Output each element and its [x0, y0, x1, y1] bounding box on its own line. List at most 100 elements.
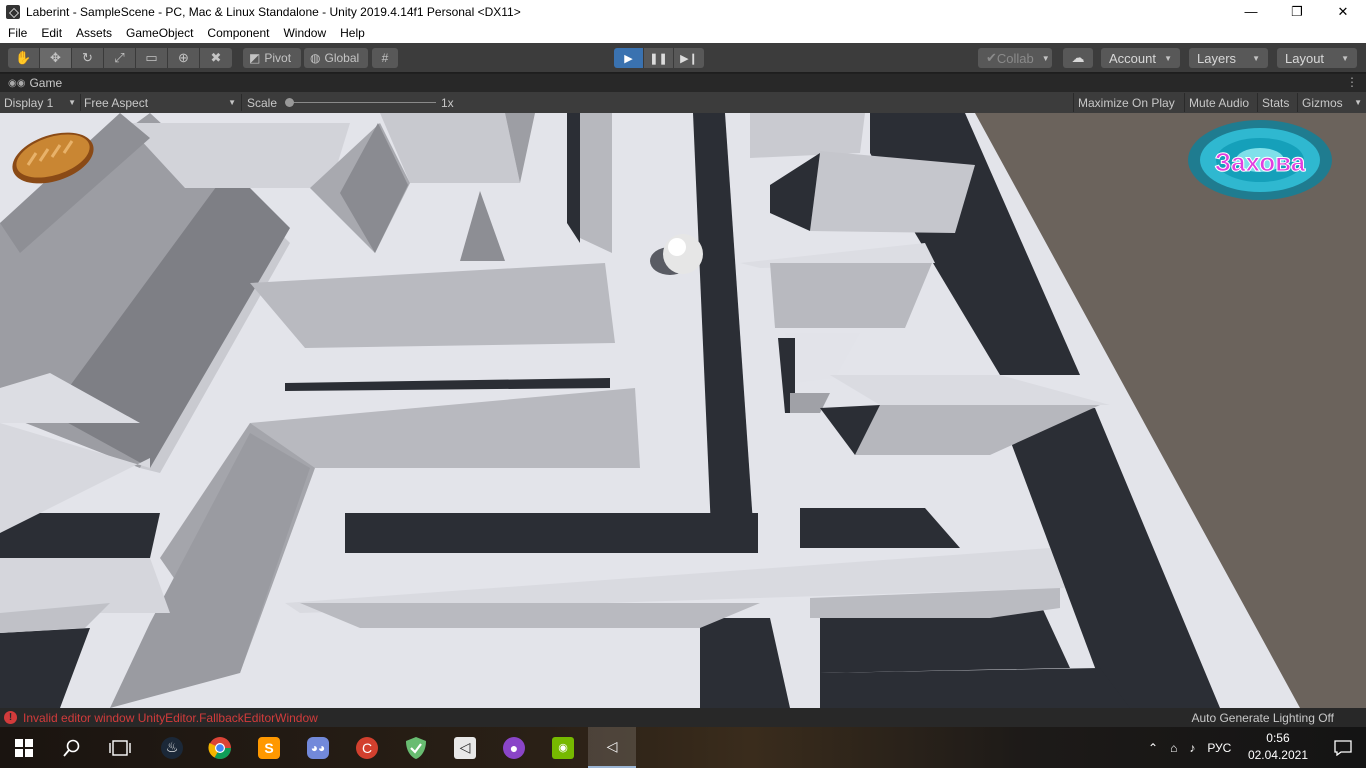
layers-label: Layers: [1197, 50, 1237, 66]
taskbar-app-unity-hub[interactable]: ◁: [441, 727, 489, 768]
window-title: Laberint - SampleScene - PC, Mac & Linux…: [26, 4, 521, 19]
pause-button[interactable]: ❚❚: [644, 48, 674, 68]
menu-edit[interactable]: Edit: [33, 26, 68, 40]
taskbar-app-ccleaner[interactable]: C: [343, 727, 391, 768]
global-toggle[interactable]: ◍ Global: [304, 48, 368, 68]
menu-help[interactable]: Help: [332, 26, 371, 40]
display-dropdown[interactable]: Display 1 ▼: [4, 92, 78, 113]
maze-wall: [750, 113, 865, 158]
grid-snap-button[interactable]: #: [372, 48, 398, 68]
taskbar-app-unity-editor[interactable]: ◁: [588, 727, 636, 768]
maze-wall: [300, 603, 760, 628]
mute-audio-toggle[interactable]: Mute Audio: [1184, 93, 1255, 112]
pivot-icon: ◩: [249, 51, 261, 65]
collab-label: Collab: [996, 50, 1034, 66]
hand-tool-icon[interactable]: ✋: [8, 48, 40, 68]
chevron-down-icon: ▼: [228, 98, 236, 107]
nvidia-icon: ◉: [552, 736, 574, 759]
task-view-icon: [109, 739, 131, 756]
volume-icon[interactable]: ♪: [1189, 741, 1195, 755]
game-logo-text: Захова: [1215, 147, 1306, 177]
menu-assets[interactable]: Assets: [68, 26, 118, 40]
player-ball-highlight: [668, 238, 686, 256]
notification-icon: [1334, 739, 1352, 756]
game-viewport[interactable]: Захова: [0, 113, 1366, 708]
task-view-button[interactable]: [96, 727, 144, 768]
custom-tool-icon[interactable]: ✖: [200, 48, 232, 68]
layers-dropdown[interactable]: Layers ▼: [1189, 48, 1268, 68]
transform-tool-icon[interactable]: ⊕: [168, 48, 200, 68]
chevron-down-icon: ▼: [1354, 98, 1362, 107]
system-clock[interactable]: 0:56 02.04.2021: [1248, 730, 1308, 764]
status-bar[interactable]: ! Invalid editor window UnityEditor.Fall…: [0, 708, 1366, 727]
play-icon: ▶: [624, 52, 633, 65]
notification-center-button[interactable]: [1334, 727, 1352, 768]
language-indicator[interactable]: РУС: [1207, 741, 1231, 755]
scale-tool-icon[interactable]: ⤢: [104, 48, 136, 68]
menu-file[interactable]: File: [0, 26, 33, 40]
more-options-icon[interactable]: ⋮: [1346, 75, 1358, 89]
rect-tool-icon[interactable]: ▭: [136, 48, 168, 68]
scale-slider-thumb[interactable]: [285, 98, 294, 107]
account-dropdown[interactable]: Account ▼: [1101, 48, 1180, 68]
taskbar-app-adguard[interactable]: [392, 727, 440, 768]
maximize-button[interactable]: ❐: [1274, 0, 1320, 23]
rotate-tool-icon[interactable]: ↻: [72, 48, 104, 68]
discord-icon: ◕◕: [307, 736, 329, 759]
pivot-label: Pivot: [264, 51, 292, 65]
start-button[interactable]: [0, 727, 48, 768]
windows-taskbar: ♨ S ◕◕ C ◁ ● ◉ ◁ ⌃ ⌂ ♪ РУС 0:56 02.04.20…: [0, 727, 1366, 768]
search-button[interactable]: [48, 727, 96, 768]
maze-corridor: [820, 668, 1130, 708]
gizmos-dropdown[interactable]: Gizmos ▼: [1297, 93, 1366, 112]
maze-wall: [770, 263, 932, 328]
globe-icon: ◍: [310, 51, 321, 65]
global-label: Global: [324, 51, 360, 65]
maze-wall-shadow: [567, 113, 580, 243]
search-icon: [63, 739, 80, 757]
maximize-on-play-toggle[interactable]: Maximize On Play: [1073, 93, 1182, 112]
taskbar-app-steam[interactable]: ♨: [148, 727, 196, 768]
cloud-button[interactable]: ☁: [1063, 48, 1093, 68]
system-tray: ⌃ ⌂ ♪ РУС: [1142, 727, 1237, 768]
game-tab[interactable]: ◉◉ Game ⋮: [0, 74, 1366, 92]
maze-scene: Захова: [0, 113, 1366, 708]
menu-window[interactable]: Window: [275, 26, 332, 40]
taskbar-app-nvidia[interactable]: ◉: [539, 727, 587, 768]
scale-label: Scale: [247, 95, 278, 110]
menu-component[interactable]: Component: [199, 26, 275, 40]
minimize-button[interactable]: —: [1228, 0, 1274, 23]
unity-hub-icon: ◁: [454, 736, 476, 759]
maze-wall: [580, 113, 612, 253]
play-button[interactable]: ▶: [614, 48, 644, 68]
network-icon[interactable]: ⌂: [1170, 741, 1177, 755]
aspect-dropdown[interactable]: Free Aspect ▼: [84, 92, 238, 113]
taskbar-app-chrome[interactable]: [196, 727, 244, 768]
move-tool-icon[interactable]: ✥: [40, 48, 72, 68]
scale-slider-track[interactable]: [288, 102, 436, 103]
title-bar: Laberint - SampleScene - PC, Mac & Linux…: [0, 0, 1366, 23]
error-message[interactable]: Invalid editor window UnityEditor.Fallba…: [23, 711, 318, 725]
collab-dropdown[interactable]: ✔ Collab ▼: [978, 48, 1052, 68]
collab-check-icon: ✔: [986, 50, 997, 65]
menu-gameobject[interactable]: GameObject: [118, 26, 199, 40]
menu-bar: File Edit Assets GameObject Component Wi…: [0, 23, 1366, 43]
layout-label: Layout: [1285, 50, 1325, 66]
chevron-down-icon: ▼: [1252, 53, 1260, 63]
layout-dropdown[interactable]: Layout ▼: [1277, 48, 1357, 68]
chevron-down-icon: ▼: [1341, 53, 1349, 63]
step-icon: ▶❙: [680, 52, 698, 65]
taskbar-app-discord[interactable]: ◕◕: [294, 727, 342, 768]
lighting-status[interactable]: Auto Generate Lighting Off: [1191, 711, 1334, 725]
taskbar-app-github[interactable]: ●: [490, 727, 538, 768]
close-button[interactable]: ✕: [1320, 0, 1366, 23]
display-label: Display 1: [4, 95, 54, 110]
tray-expand-icon[interactable]: ⌃: [1148, 741, 1158, 755]
windows-logo-icon: [15, 738, 33, 757]
taskbar-app-sublime[interactable]: S: [245, 727, 293, 768]
pivot-toggle[interactable]: ◩ Pivot: [243, 48, 301, 68]
step-button[interactable]: ▶❙: [674, 48, 704, 68]
maze-wall: [810, 151, 975, 233]
github-icon: ●: [503, 736, 525, 759]
stats-toggle[interactable]: Stats: [1257, 93, 1296, 112]
